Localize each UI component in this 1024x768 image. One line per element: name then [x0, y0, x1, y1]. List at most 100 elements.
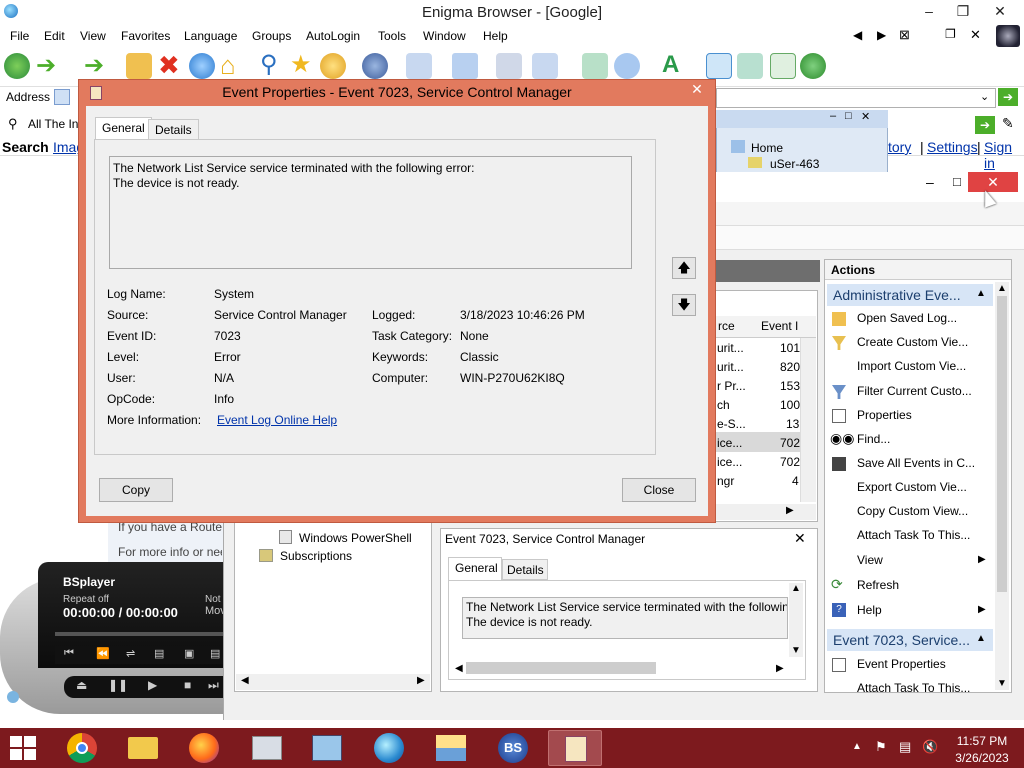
row-id-7[interactable]: 702: [780, 455, 800, 469]
col-event-id[interactable]: Event I: [761, 319, 798, 333]
copy-button[interactable]: Copy: [99, 478, 173, 502]
action-filter-current[interactable]: Filter Current Custo...: [857, 384, 972, 398]
tree-powershell[interactable]: Windows PowerShell: [299, 531, 412, 545]
event-list-scrollbar[interactable]: [800, 338, 816, 502]
refresh-icon[interactable]: [189, 53, 215, 79]
action-view[interactable]: View: [857, 553, 883, 567]
font-icon[interactable]: A: [662, 52, 679, 78]
pause-icon[interactable]: ❚❚: [108, 678, 128, 692]
taskbar-network[interactable]: [300, 730, 354, 766]
col-source[interactable]: rce: [718, 319, 735, 333]
favorites-star-icon[interactable]: ★: [290, 52, 312, 78]
bsplayer-repeat[interactable]: Repeat off: [63, 594, 109, 605]
event-log-help-link[interactable]: Event Log Online Help: [217, 413, 337, 427]
settings-gear-icon[interactable]: [362, 53, 388, 79]
actions-scroll-thumb[interactable]: [997, 296, 1007, 592]
edit-page-icon[interactable]: [532, 53, 558, 79]
previous-event-button[interactable]: 🡅: [672, 257, 696, 279]
fullscreen-icon[interactable]: [706, 53, 732, 79]
action-import-custom-view[interactable]: Import Custom Vie...: [857, 359, 966, 373]
panel-user-item[interactable]: uSer-463: [770, 157, 819, 171]
start-button[interactable]: [8, 734, 38, 762]
action-save-all-events[interactable]: Save All Events in C...: [857, 456, 975, 470]
search-label[interactable]: Search: [2, 139, 49, 155]
row-source-7[interactable]: ice...: [717, 455, 742, 469]
taskbar-photos[interactable]: [424, 730, 478, 766]
restore-button[interactable]: ❐: [946, 0, 980, 22]
action-find[interactable]: Find...: [857, 432, 890, 446]
search-icon[interactable]: ⚲: [260, 52, 278, 78]
tree-hscroll[interactable]: [236, 674, 430, 690]
preview-close-icon[interactable]: ✕: [794, 530, 806, 547]
action-attach-task[interactable]: Attach Task To This...: [857, 528, 970, 542]
network-icon[interactable]: [4, 53, 30, 79]
taskbar-chrome[interactable]: [56, 730, 110, 766]
panel-close-icon[interactable]: ✕: [861, 110, 870, 123]
action-attach-task-event[interactable]: Attach Task To This...: [857, 681, 970, 692]
collapse-icon[interactable]: ▲: [976, 288, 986, 299]
menu-favorites[interactable]: Favorites: [121, 29, 170, 43]
row-id-1[interactable]: 101: [780, 341, 800, 355]
menu-edit[interactable]: Edit: [44, 29, 65, 43]
eject-icon[interactable]: ⏏: [76, 678, 87, 692]
menu-help[interactable]: Help: [483, 29, 508, 43]
event-list-hscroll[interactable]: [714, 504, 816, 520]
row-id-3[interactable]: 153: [780, 379, 800, 393]
action-properties[interactable]: Properties: [857, 408, 912, 422]
menu-tools[interactable]: Tools: [378, 29, 406, 43]
preview-hscroll-thumb[interactable]: [466, 662, 656, 674]
history-icon[interactable]: [320, 53, 346, 79]
panel-home-item[interactable]: Home: [751, 141, 783, 155]
address-dropdown-icon[interactable]: ⌄: [980, 90, 989, 103]
row-source-4[interactable]: ch: [717, 398, 730, 412]
taskbar-event-viewer[interactable]: [548, 730, 602, 766]
row-source-1[interactable]: urit...: [717, 341, 744, 355]
menu-language[interactable]: Language: [184, 29, 237, 43]
tray-network-icon[interactable]: ▤: [899, 739, 911, 755]
taskbar-enigma[interactable]: [362, 730, 416, 766]
mdi-restore-icon[interactable]: ❐: [945, 27, 956, 41]
menu-autologin[interactable]: AutoLogin: [306, 29, 360, 43]
settings-link[interactable]: Settings: [927, 139, 978, 155]
rewind-icon[interactable]: ⏪: [96, 647, 110, 660]
block-icon[interactable]: [800, 53, 826, 79]
menu-file[interactable]: File: [10, 29, 29, 43]
ev-close-button[interactable]: ✕: [968, 172, 1018, 192]
row-source-6[interactable]: ice...: [717, 436, 742, 450]
row-id-2[interactable]: 820: [780, 360, 800, 374]
row-source-3[interactable]: r Pr...: [717, 379, 746, 393]
preview-hscroll-left-icon[interactable]: ◀: [455, 663, 463, 674]
prev-track-icon[interactable]: ⏮: [64, 647, 74, 660]
print-icon[interactable]: [496, 53, 522, 79]
action-event-properties[interactable]: Event Properties: [857, 657, 946, 671]
window-icon[interactable]: [737, 53, 763, 79]
edit-tool-icon[interactable]: [406, 53, 432, 79]
row-id-6[interactable]: 702: [780, 436, 800, 450]
sign-in-link[interactable]: Sign in: [984, 139, 1024, 171]
shuffle-icon[interactable]: ⇌: [126, 647, 135, 660]
tray-flag-icon[interactable]: ⚑: [875, 739, 887, 755]
menu-window[interactable]: Window: [423, 29, 466, 43]
taskbar-monitor[interactable]: [240, 730, 294, 766]
options-icon[interactable]: ▤: [210, 647, 220, 660]
action-copy-custom-view[interactable]: Copy Custom View...: [857, 504, 968, 518]
menu-view[interactable]: View: [80, 29, 106, 43]
mdi-close-icon[interactable]: ⊠: [899, 27, 910, 43]
ev-minimize-icon[interactable]: –: [926, 174, 934, 190]
play-icon[interactable]: ▶: [148, 678, 157, 692]
close-dialog-button[interactable]: Close: [622, 478, 696, 502]
taskbar-bsplayer[interactable]: BS: [486, 730, 540, 766]
screen-icon[interactable]: [582, 53, 608, 79]
actions-scroll-down-icon[interactable]: ▼: [997, 678, 1007, 689]
close-button[interactable]: ✕: [980, 0, 1020, 22]
next-event-button[interactable]: 🡇: [672, 294, 696, 316]
zoom-icon[interactable]: [614, 53, 640, 79]
back-icon[interactable]: ➔: [36, 54, 56, 78]
row-id-5[interactable]: 13: [786, 417, 799, 431]
clock-date[interactable]: 3/26/2023: [952, 751, 1012, 765]
screen-icon[interactable]: ▣: [184, 647, 194, 660]
mdi-close2-icon[interactable]: ✕: [970, 27, 981, 43]
html-icon[interactable]: [770, 53, 796, 79]
action-refresh[interactable]: Refresh: [857, 578, 899, 592]
tree-subscriptions[interactable]: Subscriptions: [280, 549, 352, 563]
